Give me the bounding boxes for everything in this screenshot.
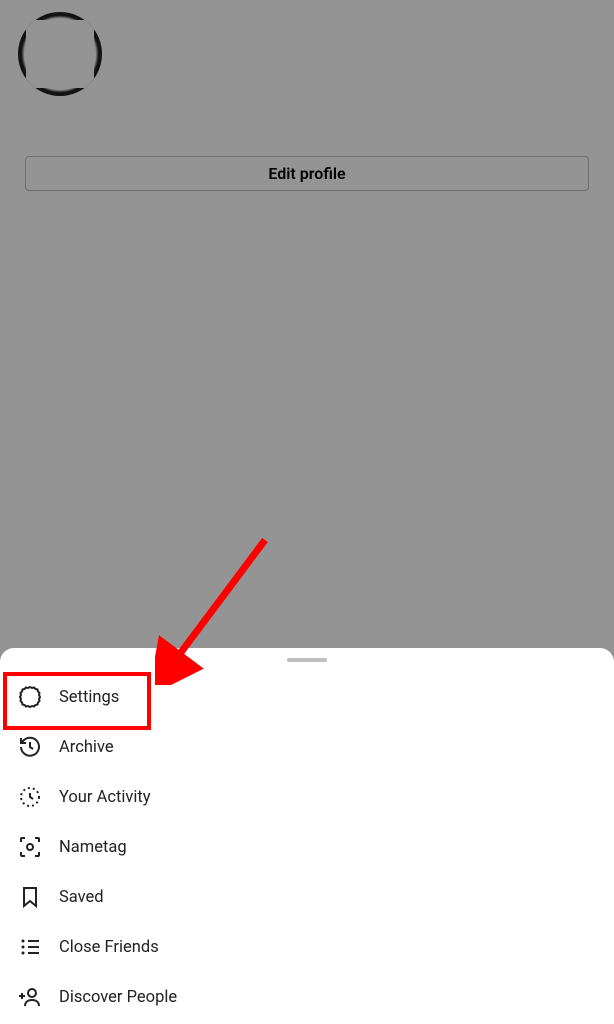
menu-label: Nametag (59, 838, 127, 857)
menu-label: Your Activity (59, 788, 151, 807)
menu-item-discover-people[interactable]: Discover People (0, 972, 614, 1022)
menu-label: Discover People (59, 988, 177, 1007)
add-person-icon (17, 984, 43, 1010)
bookmark-icon (17, 884, 43, 910)
menu-label: Saved (59, 888, 104, 907)
drag-handle[interactable] (287, 658, 327, 662)
menu-item-your-activity[interactable]: Your Activity (0, 772, 614, 822)
activity-icon (17, 784, 43, 810)
menu-item-close-friends[interactable]: Close Friends (0, 922, 614, 972)
menu-label: Close Friends (59, 938, 159, 957)
archive-icon (17, 734, 43, 760)
menu-label: Settings (59, 688, 119, 707)
gear-icon (17, 684, 43, 710)
menu-item-archive[interactable]: Archive (0, 722, 614, 772)
menu-label: Archive (59, 738, 114, 757)
menu-item-saved[interactable]: Saved (0, 872, 614, 922)
bottom-sheet: Settings Archive Your Activity Nametag S… (0, 648, 614, 1024)
menu-item-settings[interactable]: Settings (0, 672, 614, 722)
list-icon (17, 934, 43, 960)
menu-item-nametag[interactable]: Nametag (0, 822, 614, 872)
nametag-icon (17, 834, 43, 860)
